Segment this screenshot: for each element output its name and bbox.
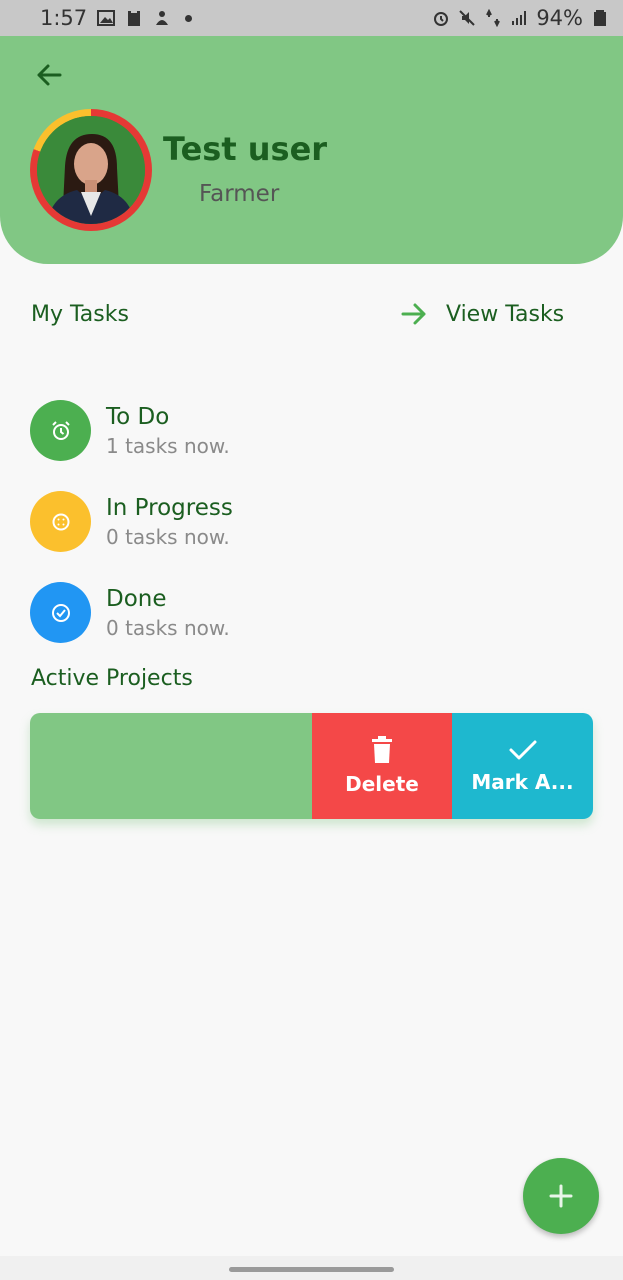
status-bar: 1:57 94% <box>0 0 623 36</box>
project-card-body[interactable] <box>30 713 312 819</box>
avatar <box>37 116 145 224</box>
add-fab-button[interactable] <box>523 1158 599 1234</box>
task-count: 1 tasks now. <box>106 433 230 458</box>
in-progress-circle <box>30 491 91 552</box>
clipboard-icon <box>128 10 141 26</box>
plus-icon <box>549 1184 573 1208</box>
arrow-left-icon <box>37 64 62 86</box>
avatar-progress-ring[interactable] <box>30 109 152 231</box>
user-photo <box>37 116 145 224</box>
task-category-in-progress[interactable]: In Progress 0 tasks now. <box>30 491 233 552</box>
delete-button[interactable]: Delete <box>312 713 452 819</box>
alarm-status-icon <box>434 12 449 26</box>
my-tasks-heading: My Tasks <box>31 302 129 327</box>
more-notifications-dot <box>185 14 193 22</box>
battery-percent: 94% <box>536 6 583 30</box>
alarm-icon <box>51 420 70 440</box>
network-4g-icon <box>486 9 501 27</box>
done-circle <box>30 582 91 643</box>
user-name: Test user <box>163 130 328 168</box>
task-count: 0 tasks now. <box>106 524 230 549</box>
status-time: 1:57 <box>40 6 88 30</box>
battery-icon <box>594 10 606 26</box>
arrow-right-icon <box>401 303 426 325</box>
check-icon <box>509 740 536 760</box>
app-notification-icon <box>156 11 169 25</box>
task-count: 0 tasks now. <box>106 615 230 640</box>
task-title: To Do <box>106 403 170 430</box>
check-circle-icon <box>51 603 70 622</box>
view-tasks-label: View Tasks <box>446 301 565 327</box>
back-button[interactable] <box>30 56 68 94</box>
task-title: In Progress <box>106 494 233 521</box>
todo-circle <box>30 400 91 461</box>
mark-complete-button[interactable]: Mark A... <box>452 713 593 819</box>
home-indicator[interactable] <box>229 1267 394 1272</box>
trash-icon <box>372 736 392 763</box>
image-icon <box>97 10 116 26</box>
active-projects-heading: Active Projects <box>31 666 193 691</box>
mute-icon <box>459 10 476 26</box>
user-role: Farmer <box>199 181 280 207</box>
task-category-todo[interactable]: To Do 1 tasks now. <box>30 400 230 461</box>
project-card[interactable]: Delete Mark A... <box>30 713 593 819</box>
signal-icon <box>512 11 527 25</box>
system-nav-bar <box>0 1256 623 1280</box>
profile-header: Test user Farmer <box>0 36 623 264</box>
mark-label: Mark A... <box>471 770 574 794</box>
delete-label: Delete <box>345 772 419 796</box>
task-category-done[interactable]: Done 0 tasks now. <box>30 582 230 643</box>
view-tasks-link[interactable]: View Tasks <box>400 300 564 328</box>
task-title: Done <box>106 585 167 612</box>
progress-icon <box>52 513 69 530</box>
